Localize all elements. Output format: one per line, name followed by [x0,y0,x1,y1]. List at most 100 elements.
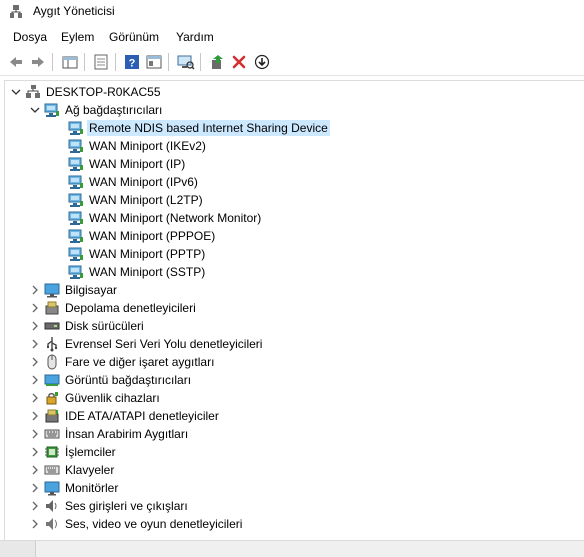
tree-category[interactable]: Depolama denetleyicileri [5,299,581,317]
tree-category[interactable]: İşlemciler [5,443,581,461]
tree-item-label: İnsan Arabirim Aygıtları [65,427,189,441]
menu-gorunum[interactable]: Görünüm [109,30,159,44]
uninstall-device-button[interactable] [229,52,249,72]
expand-chevron-icon[interactable] [30,465,40,475]
tree-item-label: WAN Miniport (IPv6) [89,175,198,189]
back-button[interactable] [6,52,26,72]
forward-arrow-icon [32,57,44,67]
tree-category[interactable]: Evrensel Seri Veri Yolu denetleyicileri [5,335,581,353]
expand-chevron-icon[interactable] [30,285,40,295]
help-icon: ? [125,55,139,70]
tree-category[interactable]: IDE ATA/ATAPI denetleyiciler [5,407,581,425]
display-adapter-icon [44,372,60,388]
view-button[interactable] [144,52,164,72]
tree-item-network-adapter[interactable]: WAN Miniport (IP) [5,155,581,173]
show-hide-console-tree-icon [62,56,78,69]
tree-item-label: IDE ATA/ATAPI denetleyiciler [65,409,219,423]
tree-item-label: WAN Miniport (Network Monitor) [89,211,262,225]
tree-item-network-adapter[interactable]: WAN Miniport (PPPOE) [5,227,581,245]
tree-category[interactable]: Monitörler [5,479,581,497]
tree-category[interactable]: Ses, video ve oyun denetleyicileri [5,515,581,533]
svg-text:?: ? [129,58,136,70]
usb-icon [44,336,60,352]
mouse-icon [44,354,60,370]
window-title: Aygıt Yöneticisi [33,4,115,18]
tree-category-network-adapters[interactable]: Ağ bağdaştırıcıları [5,101,581,119]
toolbar-separator [52,53,53,71]
tree-root-desktop[interactable]: DESKTOP-R0KAC55 [5,83,581,101]
tree-item-label: Ses girişleri ve çıkışları [65,499,188,513]
network-adapter-group-icon [44,102,60,118]
network-adapter-icon [68,156,84,172]
network-adapter-icon [68,210,84,226]
computer-root-icon [25,84,41,100]
tree-item-label: Disk sürücüleri [65,319,144,333]
properties-button[interactable] [91,52,111,72]
forward-button[interactable] [28,52,48,72]
tree-item-label: Monitörler [65,481,119,495]
expand-chevron-icon[interactable] [30,321,40,331]
status-bar [0,540,584,557]
expand-chevron-icon[interactable] [30,429,40,439]
tree-item-label: Bilgisayar [65,283,118,297]
tree-item-label: WAN Miniport (IKEv2) [89,139,206,153]
collapse-chevron-icon[interactable] [11,87,21,97]
network-adapter-icon [68,264,84,280]
expand-chevron-icon[interactable] [30,483,40,493]
expand-chevron-icon[interactable] [30,357,40,367]
tree-category[interactable]: Klavyeler [5,461,581,479]
selected-device-label: Remote NDIS based Internet Sharing Devic… [87,120,330,136]
download-driver-button[interactable] [252,52,272,72]
network-adapter-icon [68,192,84,208]
update-driver-icon [212,55,223,69]
tree-item-label: Ses, video ve oyun denetleyicileri [65,517,243,531]
storage-controller-icon [44,300,60,316]
tree-category[interactable]: Bilgisayar [5,281,581,299]
computer-icon [44,282,60,298]
expand-chevron-icon[interactable] [30,303,40,313]
security-device-icon [44,390,60,406]
update-driver-button[interactable] [207,52,227,72]
menu-yardim[interactable]: Yardım [176,30,214,44]
speaker-icon [44,498,60,514]
scan-hardware-button[interactable] [176,52,196,72]
collapse-chevron-icon[interactable] [30,105,40,115]
processor-icon [44,444,60,460]
device-tree[interactable]: DESKTOP-R0KAC55 Ağ bağdaştırıcıları Remote… [4,80,584,540]
menu-dosya[interactable]: Dosya [13,30,47,44]
title-bar: Aygıt Yöneticisi [0,0,584,26]
status-segment [0,541,36,557]
tree-category[interactable]: Disk sürücüleri [5,317,581,335]
view-icon [146,55,162,69]
tree-item-network-adapter[interactable]: WAN Miniport (L2TP) [5,191,581,209]
ide-controller-icon [44,408,60,424]
network-adapter-icon [68,120,84,136]
tree-item-network-adapter[interactable]: WAN Miniport (Network Monitor) [5,209,581,227]
tree-item-network-adapter[interactable]: WAN Miniport (IPv6) [5,173,581,191]
expand-chevron-icon[interactable] [30,411,40,421]
expand-chevron-icon[interactable] [30,375,40,385]
tree-category[interactable]: İnsan Arabirim Aygıtları [5,425,581,443]
network-adapter-icon [68,228,84,244]
help-button[interactable]: ? [122,52,142,72]
disk-drive-icon [44,318,60,334]
tree-item-network-adapter[interactable]: WAN Miniport (PPTP) [5,245,581,263]
tree-item-network-adapter[interactable]: Remote NDIS based Internet Sharing Devic… [5,119,581,137]
expand-chevron-icon[interactable] [30,519,40,529]
tree-category[interactable]: Görüntü bağdaştırıcıları [5,371,581,389]
tree-category[interactable]: Ses girişleri ve çıkışları [5,497,581,515]
tree-item-network-adapter[interactable]: WAN Miniport (IKEv2) [5,137,581,155]
expand-chevron-icon[interactable] [30,393,40,403]
tree-category[interactable]: Fare ve diğer işaret aygıtları [5,353,581,371]
expand-chevron-icon[interactable] [30,501,40,511]
tree-item-label: Güvenlik cihazları [65,391,160,405]
hid-icon [44,426,60,442]
tree-item-label: WAN Miniport (L2TP) [89,193,203,207]
back-arrow-icon [10,57,22,67]
expand-chevron-icon[interactable] [30,339,40,349]
tree-item-network-adapter[interactable]: WAN Miniport (SSTP) [5,263,581,281]
tree-category[interactable]: Güvenlik cihazları [5,389,581,407]
show-hide-tree-button[interactable] [60,52,80,72]
menu-eylem[interactable]: Eylem [61,30,94,44]
expand-chevron-icon[interactable] [30,447,40,457]
